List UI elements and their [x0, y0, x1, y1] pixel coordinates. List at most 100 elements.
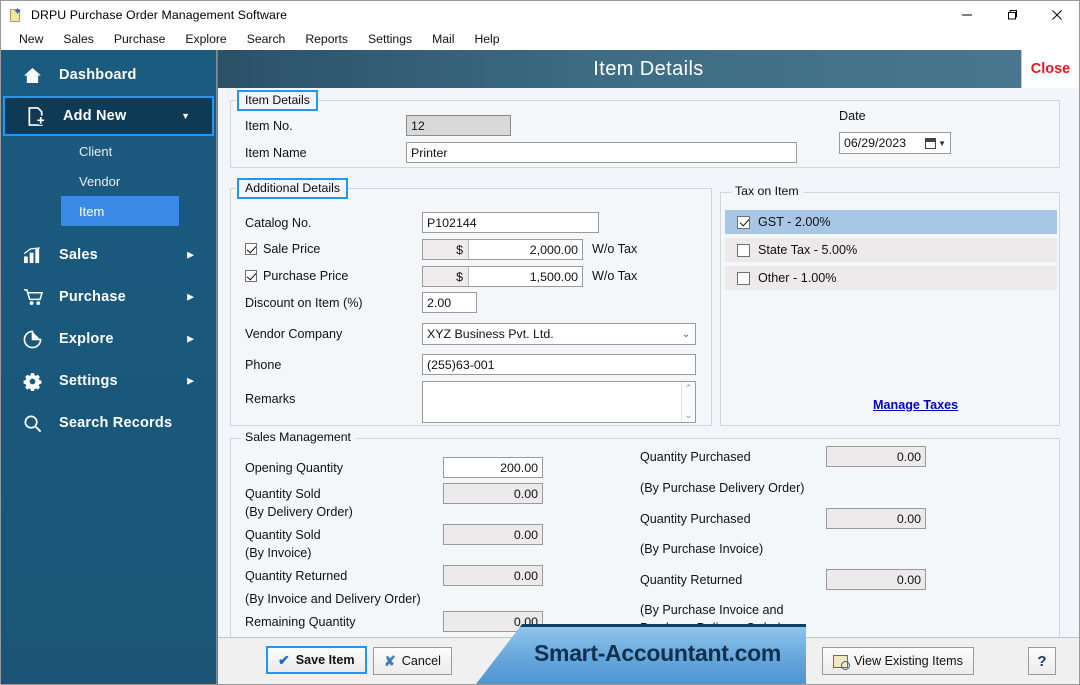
catalog-no-label: Catalog No.: [245, 216, 312, 230]
item-details-group: Item Details Item No. 12 Item Name Print…: [230, 90, 1060, 168]
save-item-button[interactable]: ✔ Save Item: [266, 646, 367, 674]
quantity-returned-field: 0.00: [443, 565, 543, 586]
chevron-right-icon-sales: ▶: [187, 249, 194, 260]
help-button[interactable]: ?: [1028, 647, 1056, 675]
sidebar-label-purchase: Purchase: [59, 289, 126, 305]
chevron-down-icon-vendor[interactable]: ⌄: [677, 329, 695, 340]
menu-item-sales[interactable]: Sales: [53, 30, 104, 48]
view-existing-items-label: View Existing Items: [854, 654, 963, 668]
quantity-sold-do-sublabel: (By Delivery Order): [245, 505, 353, 519]
chevron-right-icon-settings: ▶: [187, 375, 194, 386]
quantity-purchased-inv-sublabel: (By Purchase Invoice): [640, 542, 764, 556]
purchase-price-tax-note: W/o Tax: [592, 269, 638, 283]
maximize-icon[interactable]: [989, 1, 1034, 28]
tax-row-gst[interactable]: GST - 2.00%: [725, 210, 1057, 234]
tax-row-other[interactable]: Other - 1.00%: [725, 266, 1057, 290]
quantity-sold-inv-field: 0.00: [443, 524, 543, 545]
opening-quantity-label: Opening Quantity: [245, 461, 344, 475]
sidebar-label-dashboard: Dashboard: [59, 67, 137, 83]
quantity-returned-purchase-field: 0.00: [826, 569, 926, 590]
quantity-purchased-do-sublabel: (By Purchase Delivery Order): [640, 481, 805, 495]
remarks-value: [423, 382, 681, 422]
sidebar-subitem-vendor[interactable]: Vendor: [1, 166, 216, 196]
remarks-field[interactable]: ⌃ ⌄: [422, 381, 696, 423]
discount-field[interactable]: 2.00: [422, 292, 477, 313]
check-icon: ✔: [278, 651, 290, 668]
purchase-price-field[interactable]: $ 1,500.00: [422, 266, 583, 287]
manage-taxes-link[interactable]: Manage Taxes: [873, 398, 958, 412]
quantity-returned-purchase-label: Quantity Returned: [640, 573, 743, 587]
phone-field[interactable]: (255)63-001: [422, 354, 696, 375]
sidebar-item-purchase[interactable]: Purchase ▶: [1, 276, 216, 318]
item-details-legend: Item Details: [237, 90, 318, 111]
menu-item-search[interactable]: Search: [237, 30, 296, 48]
quantity-purchased-do-label: Quantity Purchased: [640, 450, 751, 464]
vendor-company-value: XYZ Business Pvt. Ltd.: [427, 327, 554, 341]
sidebar-subitem-item[interactable]: Item: [61, 196, 179, 226]
sale-price-check-box: [245, 243, 257, 255]
sidebar-item-dashboard[interactable]: Dashboard: [1, 54, 216, 96]
quantity-returned-label: Quantity Returned: [245, 569, 348, 583]
remarks-scrollbar[interactable]: ⌃ ⌄: [681, 382, 695, 422]
sidebar-item-sales[interactable]: Sales ▶: [1, 234, 216, 276]
window-title: DRPU Purchase Order Management Software: [31, 7, 288, 22]
quantity-returned-sublabel: (By Invoice and Delivery Order): [245, 592, 421, 606]
purchase-price-label: Purchase Price: [263, 269, 349, 283]
menu-item-purchase[interactable]: Purchase: [104, 30, 176, 48]
menu-item-explore[interactable]: Explore: [175, 30, 236, 48]
tax-checkbox-state-tax[interactable]: [737, 243, 750, 257]
quantity-sold-inv-label: Quantity Sold: [245, 528, 321, 542]
sale-price-label: Sale Price: [263, 242, 321, 256]
close-button[interactable]: Close: [1021, 50, 1079, 88]
sidebar-item-add-new[interactable]: Add New ▼: [3, 96, 214, 136]
menu-item-new[interactable]: New: [9, 30, 53, 48]
calendar-icon[interactable]: ▼: [925, 137, 950, 149]
opening-quantity-field[interactable]: 200.00: [443, 457, 543, 478]
tax-row-state-tax[interactable]: State Tax - 5.00%: [725, 238, 1057, 262]
sidebar-item-explore[interactable]: Explore ▶: [1, 318, 216, 360]
cart-icon: [23, 288, 49, 306]
sale-price-field[interactable]: $ 2,000.00: [422, 239, 583, 260]
tax-label-other: Other - 1.00%: [758, 271, 837, 285]
sale-price-value: 2,000.00: [529, 242, 578, 257]
menu-item-reports[interactable]: Reports: [295, 30, 358, 48]
menu-item-help[interactable]: Help: [464, 30, 509, 48]
tax-checkbox-gst[interactable]: [737, 215, 750, 229]
sidebar-subitem-client[interactable]: Client: [1, 136, 216, 166]
vendor-company-select[interactable]: XYZ Business Pvt. Ltd. ⌄: [422, 323, 696, 345]
catalog-no-field[interactable]: P102144: [422, 212, 599, 233]
sale-price-checkbox[interactable]: Sale Price: [245, 242, 320, 256]
chevron-right-icon-purchase: ▶: [187, 291, 194, 302]
menu-bar: New Sales Purchase Explore Search Report…: [1, 28, 1079, 50]
menu-item-mail[interactable]: Mail: [422, 30, 464, 48]
sidebar-item-settings[interactable]: Settings ▶: [1, 360, 216, 402]
sidebar-label-explore: Explore: [59, 331, 114, 347]
tax-label-state-tax: State Tax - 5.00%: [758, 243, 858, 257]
window-controls: [944, 1, 1079, 28]
vendor-company-label: Vendor Company: [245, 327, 343, 341]
additional-details-legend: Additional Details: [237, 178, 349, 199]
tax-checkbox-other[interactable]: [737, 271, 750, 285]
item-no-field[interactable]: 12: [406, 115, 511, 136]
pie-chart-icon: [23, 330, 49, 349]
purchase-price-checkbox[interactable]: Purchase Price: [245, 269, 348, 283]
menu-item-settings[interactable]: Settings: [358, 30, 422, 48]
bar-chart-icon: [23, 246, 49, 264]
item-no-label: Item No.: [245, 119, 293, 133]
purchase-price-value: 1,500.00: [529, 269, 578, 284]
date-field[interactable]: 06/29/2023 ▼: [839, 132, 951, 154]
quantity-sold-do-field: 0.00: [443, 483, 543, 504]
cancel-button[interactable]: ✘ Cancel: [373, 647, 452, 675]
x-icon: ✘: [384, 652, 396, 669]
application-window: ✦ DRPU Purchase Order Management Softwar…: [0, 0, 1080, 685]
sidebar-item-search-records[interactable]: Search Records: [1, 402, 216, 444]
chevron-down-icon: ▼: [181, 111, 190, 121]
item-name-field[interactable]: Printer: [406, 142, 797, 163]
view-existing-items-button[interactable]: View Existing Items: [822, 647, 974, 675]
panel-header: Item Details Close: [218, 50, 1079, 88]
brand-text: Smart-Accountant.com: [534, 640, 782, 666]
minimize-icon[interactable]: [944, 1, 989, 28]
app-icon: ✦: [8, 6, 24, 23]
close-icon[interactable]: [1034, 1, 1079, 28]
sidebar-sublabel-item: Item: [79, 203, 105, 219]
